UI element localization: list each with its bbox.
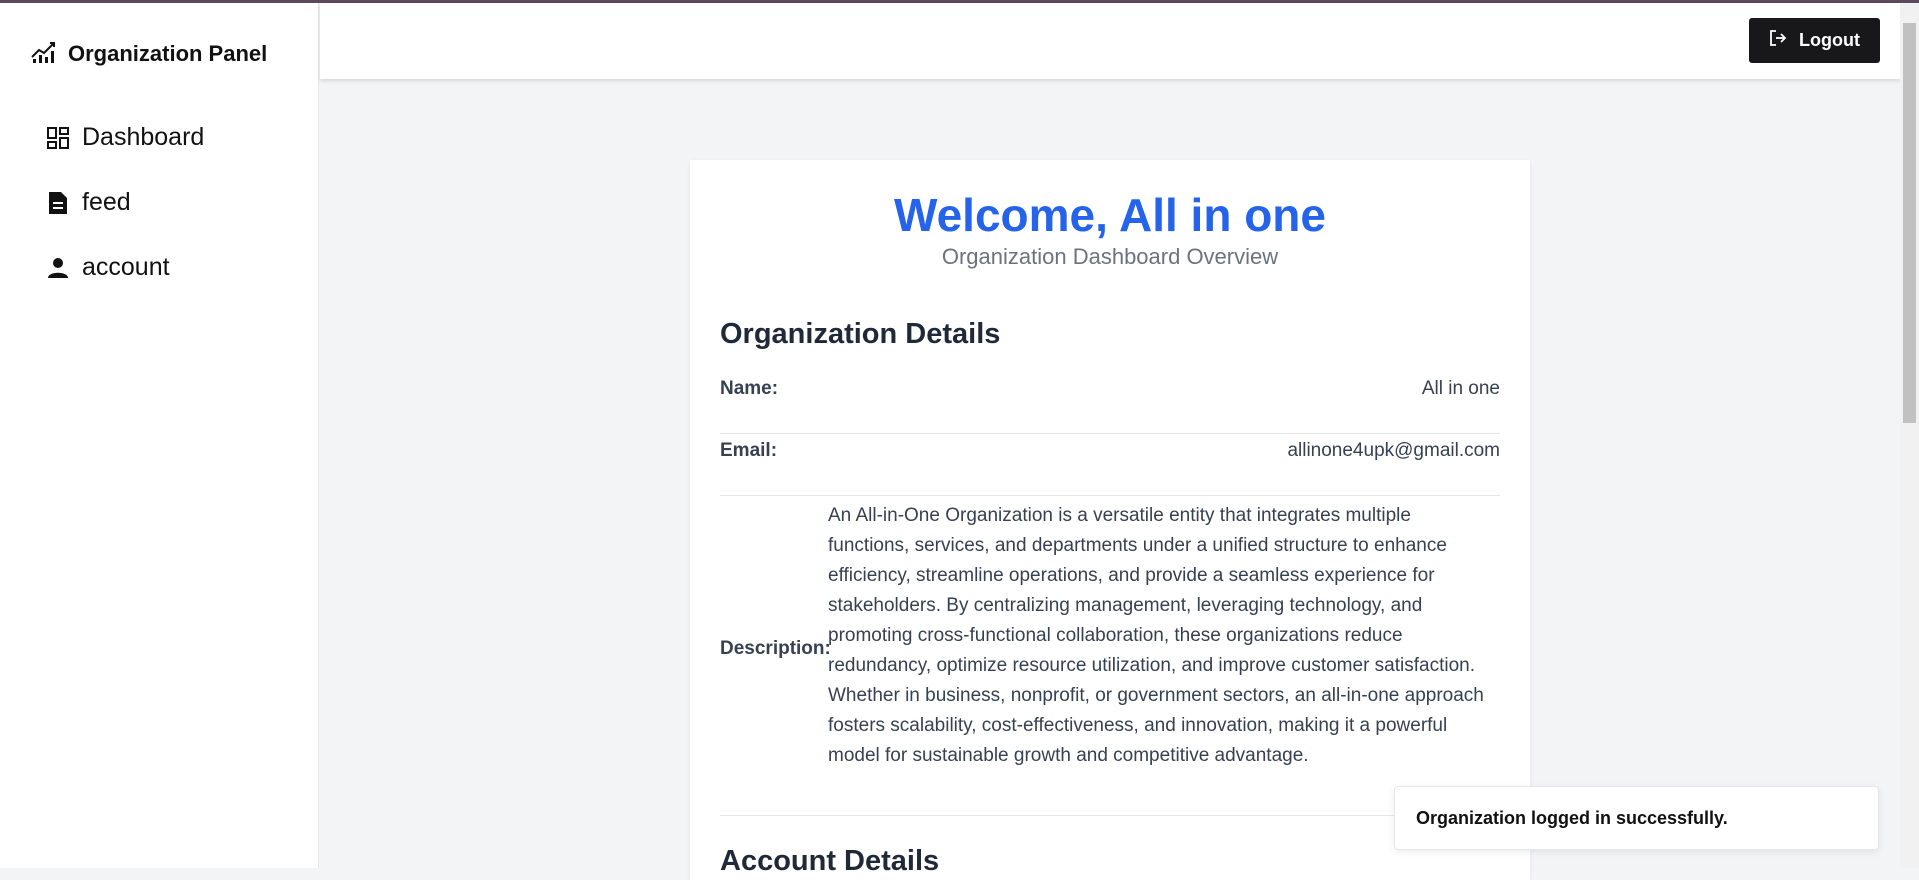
name-row: Name: All in one (720, 378, 1500, 434)
email-label: Email: (720, 440, 778, 461)
email-row: Email: allinone4upk@gmail.com (720, 440, 1500, 496)
description-value: An All-in-One Organization is a versatil… (828, 505, 1484, 766)
sidebar-item-account[interactable]: account (46, 253, 170, 282)
toast-message: Organization logged in successfully. (1416, 807, 1728, 828)
brand-title: Organization Panel (68, 40, 268, 66)
sidebar-item-label: feed (82, 188, 131, 216)
organization-details-heading: Organization Details (720, 318, 1001, 350)
logout-button[interactable]: Logout (1749, 18, 1880, 63)
dashboard-card: Welcome, All in one Organization Dashboa… (690, 160, 1530, 880)
user-icon (46, 256, 70, 280)
logout-icon (1769, 29, 1787, 52)
scrollbar[interactable] (1900, 3, 1919, 868)
sidebar-item-dashboard[interactable]: Dashboard (46, 123, 204, 152)
email-value: allinone4upk@gmail.com (1287, 440, 1500, 461)
sidebar-item-label: account (82, 253, 170, 281)
logout-label: Logout (1799, 30, 1860, 50)
dashboard-icon (46, 126, 70, 150)
page-subtitle: Organization Dashboard Overview (941, 244, 1279, 269)
sidebar-item-label: Dashboard (82, 123, 205, 151)
toast-notification[interactable]: Organization logged in successfully. (1394, 786, 1879, 850)
name-value: All in one (1421, 378, 1500, 399)
chart-icon (30, 39, 58, 68)
sidebar-item-feed[interactable]: feed (46, 188, 131, 217)
header: Logout (320, 3, 1900, 79)
sidebar: Organization Panel Dashboard feed accoun… (0, 3, 319, 868)
document-icon (46, 191, 70, 215)
scrollbar-thumb[interactable] (1903, 23, 1916, 423)
page-title: Welcome, All in one (894, 189, 1326, 241)
brand: Organization Panel (30, 39, 267, 68)
description-label: Description: (720, 638, 831, 659)
description-row: Description: An All-in-One Organization … (720, 501, 1500, 816)
account-details-heading: Account Details (720, 845, 940, 877)
name-label: Name: (720, 378, 779, 399)
